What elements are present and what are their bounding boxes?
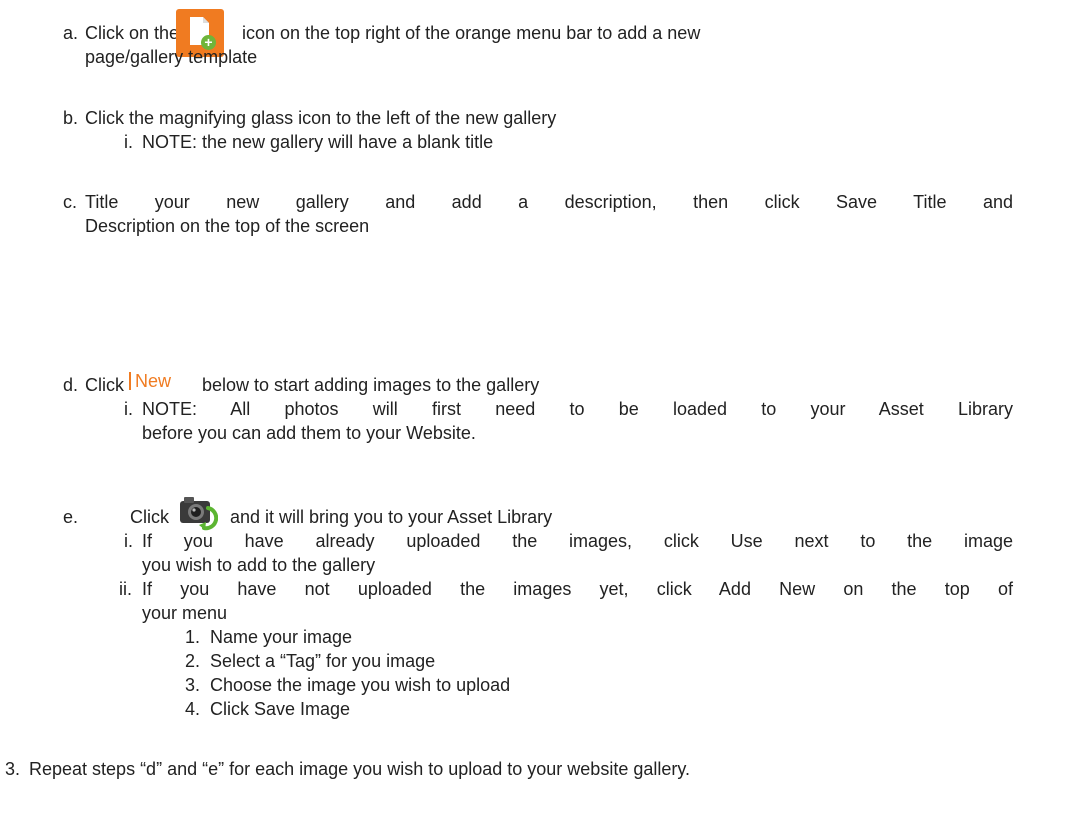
step-e-text-before: Click: [130, 507, 169, 527]
step-a-text-after: icon on the top right of the orange menu…: [242, 23, 701, 43]
substep-4-number: 4.: [185, 699, 201, 719]
step-d-text-before: Click: [85, 375, 124, 395]
camera-refresh-icon: [180, 497, 218, 531]
step-e-sub1-marker: i.: [124, 531, 133, 551]
substep-3-text: Choose the image you wish to upload: [210, 675, 511, 695]
step-d-note-line2: before you can add them to your Website.: [142, 423, 476, 443]
step-e-marker: e.: [63, 507, 79, 527]
step-c-line1: Title your new gallery and add a descrip…: [85, 192, 1013, 212]
substep-4-text: Click Save Image: [210, 699, 351, 719]
step-e-sub2-line2: your menu: [142, 603, 228, 623]
step-d-note-marker: i.: [124, 399, 133, 419]
step-b-note-marker: i.: [124, 132, 133, 152]
new-label: New: [135, 371, 172, 391]
step-b-marker: b.: [63, 108, 79, 128]
step-a-text-before: Click on the: [85, 23, 180, 43]
new-divider: [129, 372, 131, 390]
step-a-text-line2: page/gallery template: [85, 47, 258, 67]
step-a-marker: a.: [63, 23, 79, 43]
step-e-sub1-line2: you wish to add to the gallery: [142, 555, 376, 575]
step-c-line2: Description on the top of the screen: [85, 216, 370, 236]
step-e-sub1-line1: If you have already uploaded the images,…: [142, 531, 1013, 551]
step-b-text: Click the magnifying glass icon to the l…: [85, 108, 557, 128]
substep-2-number: 2.: [185, 651, 201, 671]
step-3-text: Repeat steps “d” and “e” for each image …: [29, 759, 691, 779]
step-b-note: NOTE: the new gallery will have a blank …: [142, 132, 494, 152]
substep-1-number: 1.: [185, 627, 201, 647]
step-e-text-after: and it will bring you to your Asset Libr…: [230, 507, 553, 527]
new-button-icon: New: [129, 370, 171, 392]
step-e-sub2-marker: ii.: [119, 579, 132, 599]
step-d-text-after: below to start adding images to the gall…: [202, 375, 540, 395]
step-d-note-line1: NOTE: All photos will first need to be l…: [142, 399, 1013, 419]
substep-3-number: 3.: [185, 675, 201, 695]
step-e-sub2-line1: If you have not uploaded the images yet,…: [142, 579, 1013, 599]
step-3-marker: 3.: [5, 759, 21, 779]
substep-1-text: Name your image: [210, 627, 353, 647]
step-d-marker: d.: [63, 375, 79, 395]
step-c-marker: c.: [63, 192, 78, 212]
substep-2-text: Select a “Tag” for you image: [210, 651, 436, 671]
